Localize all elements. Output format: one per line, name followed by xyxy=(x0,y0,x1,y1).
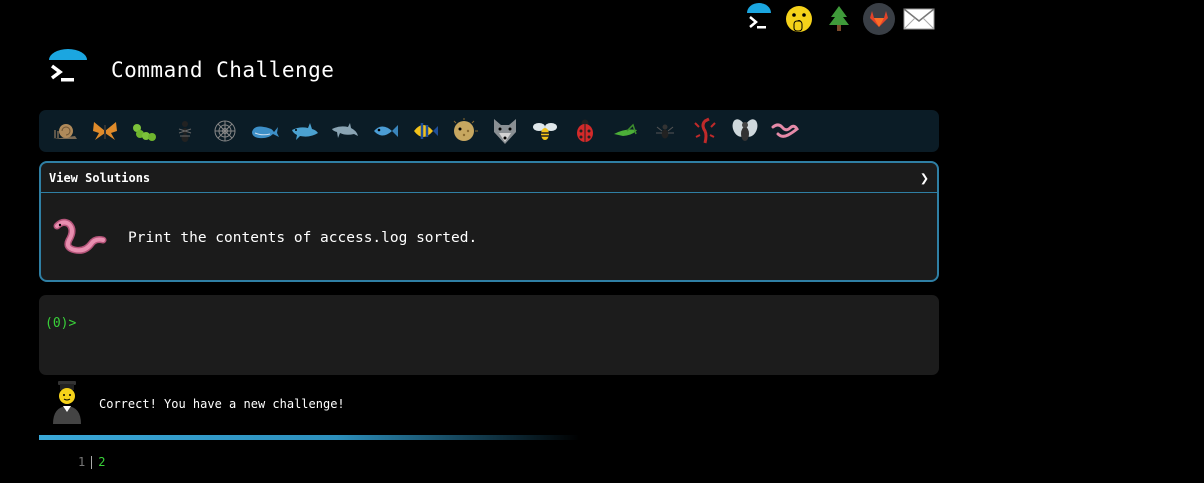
tree-icon[interactable] xyxy=(822,2,856,36)
fly-icon[interactable] xyxy=(725,114,765,148)
worm-icon xyxy=(53,218,107,258)
butterfly-icon[interactable] xyxy=(85,114,125,148)
progress-bar xyxy=(39,435,579,440)
page-header: Command Challenge xyxy=(46,48,334,92)
mail-icon[interactable] xyxy=(902,2,936,36)
view-solutions-label: View Solutions xyxy=(49,170,151,185)
view-solutions-toggle[interactable]: View Solutions ❯ xyxy=(41,163,937,193)
terminal-icon[interactable] xyxy=(742,2,776,36)
whale-icon[interactable] xyxy=(245,114,285,148)
snail-icon[interactable] xyxy=(45,114,85,148)
tropical-fish-icon[interactable] xyxy=(405,114,445,148)
ladybug-icon[interactable] xyxy=(565,114,605,148)
page-1-link[interactable]: 1 xyxy=(78,455,85,469)
page-title: Command Challenge xyxy=(111,58,335,82)
wolf-icon[interactable] xyxy=(485,114,525,148)
logo-icon xyxy=(46,48,90,92)
feedback-message: Correct! You have a new challenge! xyxy=(50,380,345,428)
dolphin-icon[interactable] xyxy=(325,114,365,148)
fish-icon[interactable] xyxy=(365,114,405,148)
challenge-body: Print the contents of access.log sorted. xyxy=(41,193,937,280)
ant-icon[interactable] xyxy=(165,114,205,148)
bee-icon[interactable] xyxy=(525,114,565,148)
caterpillar-icon[interactable] xyxy=(125,114,165,148)
challenge-text: Print the contents of access.log sorted. xyxy=(128,229,478,246)
spider-web-icon[interactable] xyxy=(205,114,245,148)
guide-avatar-icon xyxy=(50,380,84,428)
pufferfish-icon[interactable] xyxy=(445,114,485,148)
scorpion-icon[interactable] xyxy=(685,114,725,148)
pager-divider xyxy=(91,455,93,469)
top-nav xyxy=(742,2,936,36)
feedback-text: Correct! You have a new challenge! xyxy=(99,397,345,411)
pagination: 1 2 xyxy=(78,455,105,469)
page-2-link[interactable]: 2 xyxy=(98,455,105,469)
hushed-face-icon[interactable] xyxy=(782,2,816,36)
grasshopper-icon[interactable] xyxy=(605,114,645,148)
challenge-selector xyxy=(39,110,939,152)
shark-icon[interactable] xyxy=(285,114,325,148)
terminal-prompt: (0)> xyxy=(45,316,77,331)
spider-icon[interactable] xyxy=(645,114,685,148)
worm-icon[interactable] xyxy=(765,114,805,148)
gitlab-icon[interactable] xyxy=(862,2,896,36)
terminal-input[interactable]: (0)> xyxy=(39,295,939,375)
challenge-panel: View Solutions ❯ Print the contents of a… xyxy=(39,161,939,282)
chevron-right-icon: ❯ xyxy=(919,168,929,187)
